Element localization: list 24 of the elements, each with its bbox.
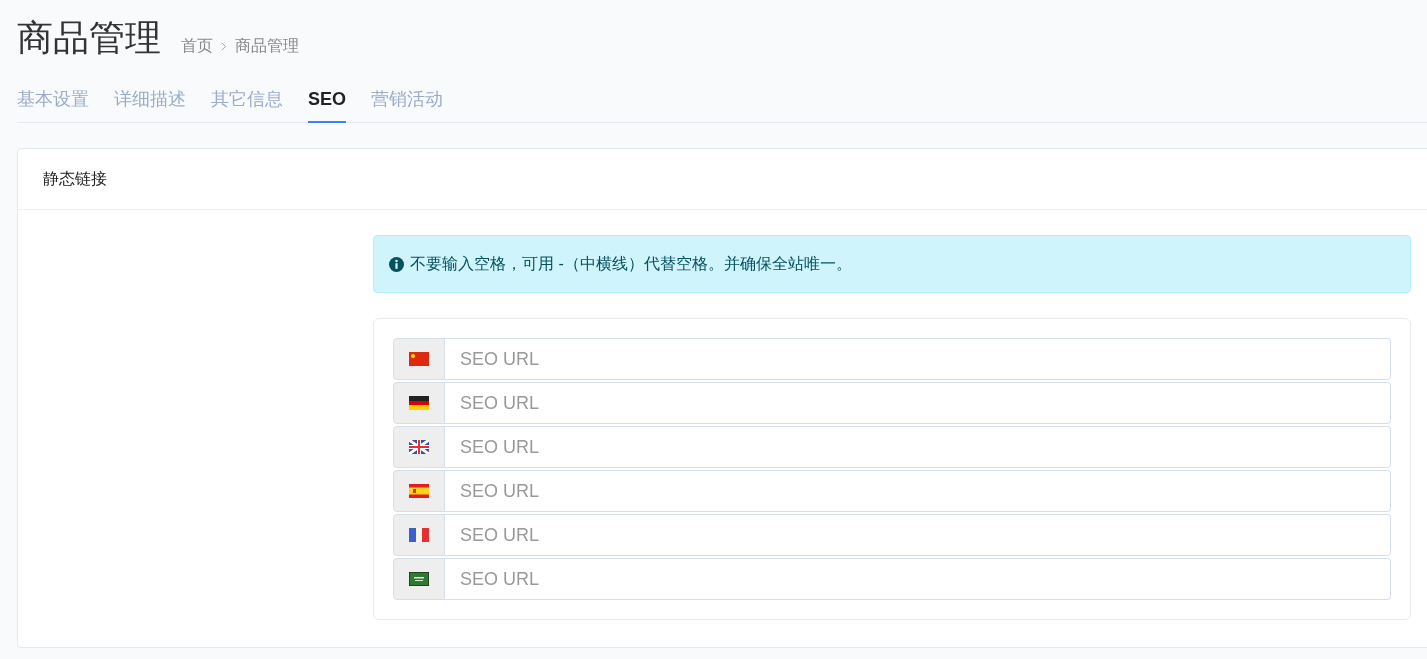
seo-url-field[interactable]: SEO URL: [445, 338, 1391, 380]
card-title: 静态链接: [43, 169, 107, 189]
seo-url-field[interactable]: SEO URL: [445, 514, 1391, 556]
flag-icon: [409, 572, 429, 586]
breadcrumb-item: 商品管理: [235, 36, 299, 56]
seo-url-field[interactable]: SEO URL: [445, 470, 1391, 512]
tab[interactable]: SEO: [308, 86, 346, 123]
tab[interactable]: 基本设置: [17, 86, 89, 123]
alert-text: 不要输入空格，可用 -（中横线）代替空格。并确保全站唯一。: [410, 254, 852, 274]
seo-url-field[interactable]: SEO URL: [445, 426, 1391, 468]
tab[interactable]: 详细描述: [114, 86, 186, 123]
flag-icon: [409, 396, 429, 410]
flag-icon: [409, 528, 429, 542]
breadcrumb-item[interactable]: 首页: [181, 34, 213, 58]
tab[interactable]: 营销活动: [371, 86, 443, 123]
seo-url-field[interactable]: SEO URL: [445, 558, 1391, 600]
page-title: 商品管理: [17, 16, 161, 60]
flag-icon: [409, 440, 429, 454]
seo-url-field[interactable]: SEO URL: [445, 382, 1391, 424]
chevron-right-icon: [221, 41, 227, 51]
tab[interactable]: 其它信息: [211, 86, 283, 123]
flag-icon: [409, 484, 429, 498]
flag-icon: [409, 352, 429, 366]
info-icon: [389, 256, 404, 272]
